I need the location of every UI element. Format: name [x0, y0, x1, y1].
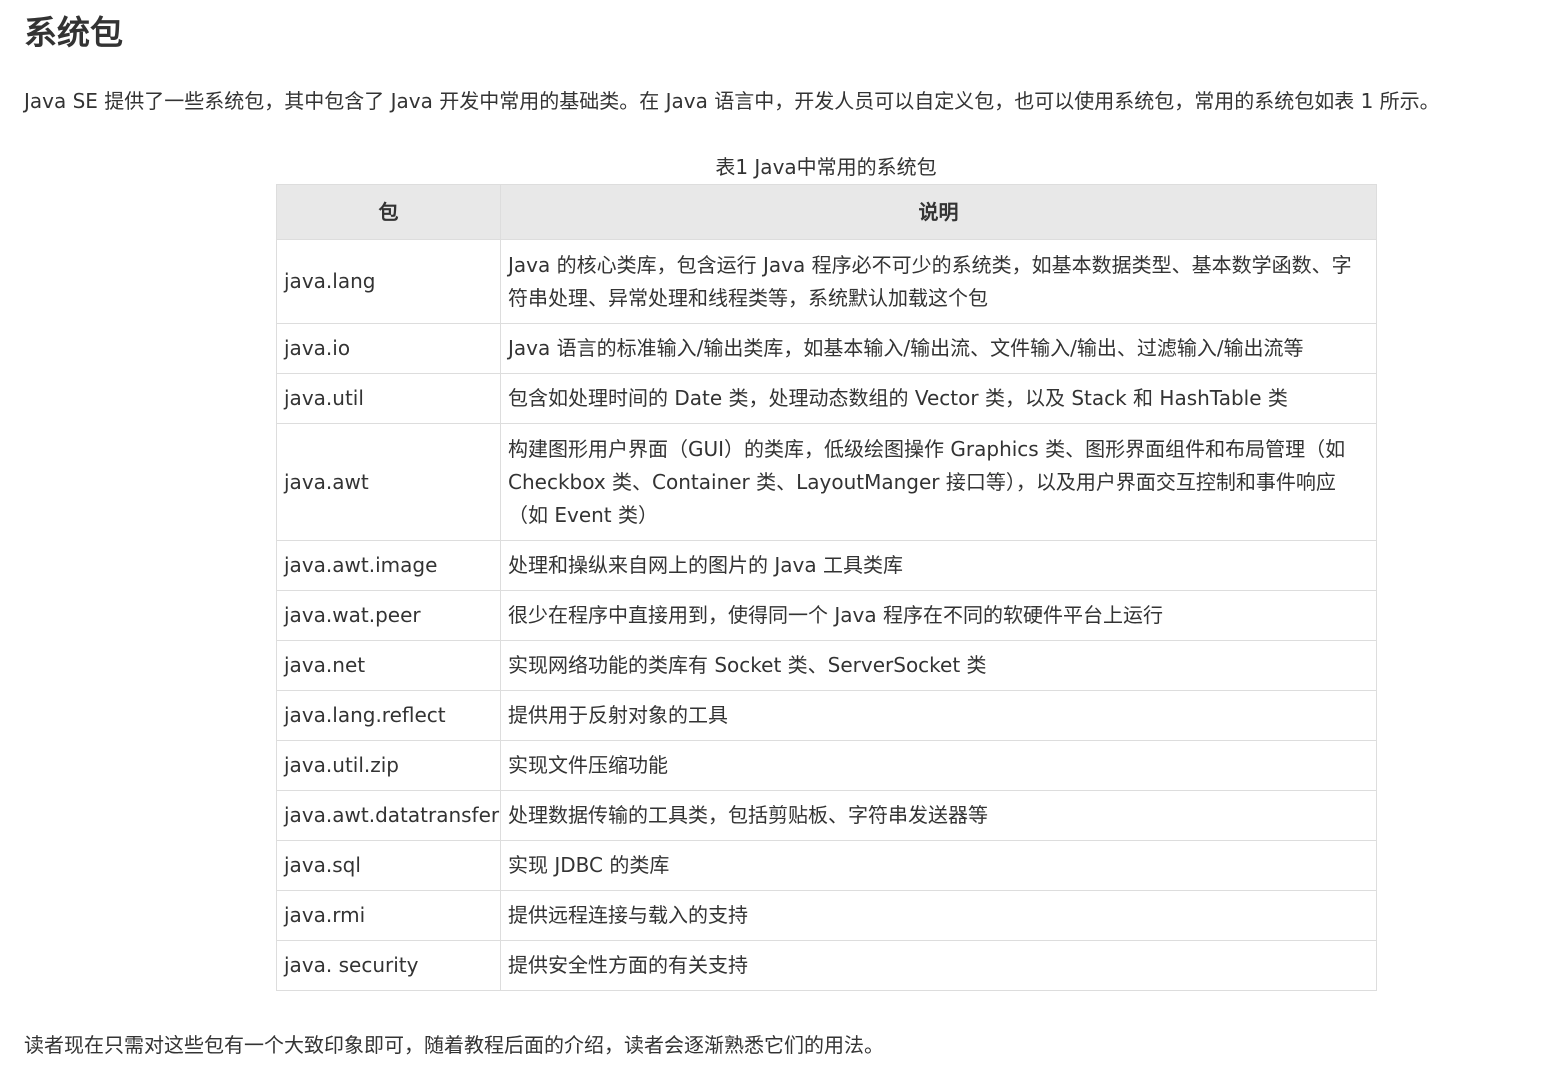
package-cell: java.wat.peer: [276, 590, 501, 641]
table-row: java.util.zip 实现文件压缩功能: [276, 740, 1377, 791]
table-row: java.wat.peer 很少在程序中直接用到，使得同一个 Java 程序在不…: [276, 590, 1377, 641]
description-cell: 实现文件压缩功能: [500, 740, 1377, 791]
description-cell: 包含如处理时间的 Date 类，处理动态数组的 Vector 类，以及 Stac…: [500, 373, 1377, 424]
description-cell: 实现网络功能的类库有 Socket 类、ServerSocket 类: [500, 640, 1377, 691]
table-row: java. security 提供安全性方面的有关支持: [276, 940, 1377, 991]
package-cell: java.awt.datatransfer: [276, 790, 501, 841]
packages-table: 包 说明 java.lang Java 的核心类库，包含运行 Java 程序必不…: [276, 184, 1377, 991]
section-heading: 系统包: [24, 13, 123, 52]
header-description: 说明: [500, 184, 1377, 240]
description-cell: 构建图形用户界面（GUI）的类库，低级绘图操作 Graphics 类、图形界面组…: [500, 423, 1377, 541]
table-row: java.rmi 提供远程连接与载入的支持: [276, 890, 1377, 941]
package-cell: java.util.zip: [276, 740, 501, 791]
table-row: java.awt.datatransfer 处理数据传输的工具类，包括剪贴板、字…: [276, 790, 1377, 841]
intro-paragraph: Java SE 提供了一些系统包，其中包含了 Java 开发中常用的基础类。在 …: [24, 89, 1440, 113]
package-cell: java.io: [276, 323, 501, 374]
description-cell: 实现 JDBC 的类库: [500, 840, 1377, 891]
table-row: java.util 包含如处理时间的 Date 类，处理动态数组的 Vector…: [276, 373, 1377, 424]
table-row: java.net 实现网络功能的类库有 Socket 类、ServerSocke…: [276, 640, 1377, 691]
package-cell: java.awt: [276, 423, 501, 541]
package-cell: java.awt.image: [276, 540, 501, 591]
article: 系统包 Java SE 提供了一些系统包，其中包含了 Java 开发中常用的基础…: [0, 0, 1551, 1079]
table-header-row: 包 说明: [276, 184, 1377, 240]
description-cell: Java 的核心类库，包含运行 Java 程序必不可少的系统类，如基本数据类型、…: [500, 239, 1377, 324]
package-cell: java.sql: [276, 840, 501, 891]
description-cell: 很少在程序中直接用到，使得同一个 Java 程序在不同的软硬件平台上运行: [500, 590, 1377, 641]
package-cell: java.lang.reflect: [276, 690, 501, 741]
package-cell: java.lang: [276, 239, 501, 324]
table-body: java.lang Java 的核心类库，包含运行 Java 程序必不可少的系统…: [276, 239, 1377, 991]
table-row: java.lang.reflect 提供用于反射对象的工具: [276, 690, 1377, 741]
description-cell: 提供用于反射对象的工具: [500, 690, 1377, 741]
table-row: java.io Java 语言的标准输入/输出类库，如基本输入/输出流、文件输入…: [276, 323, 1377, 374]
table-row: java.lang Java 的核心类库，包含运行 Java 程序必不可少的系统…: [276, 239, 1377, 324]
package-cell: java. security: [276, 940, 501, 991]
description-cell: 处理和操纵来自网上的图片的 Java 工具类库: [500, 540, 1377, 591]
description-cell: 提供远程连接与载入的支持: [500, 890, 1377, 941]
package-cell: java.util: [276, 373, 501, 424]
packages-table-wrapper: 包 说明 java.lang Java 的核心类库，包含运行 Java 程序必不…: [276, 184, 1377, 991]
description-cell: 处理数据传输的工具类，包括剪贴板、字符串发送器等: [500, 790, 1377, 841]
description-cell: Java 语言的标准输入/输出类库，如基本输入/输出流、文件输入/输出、过滤输入…: [500, 323, 1377, 374]
closing-paragraph: 读者现在只需对这些包有一个大致印象即可，随着教程后面的介绍，读者会逐渐熟悉它们的…: [24, 1033, 884, 1057]
package-cell: java.net: [276, 640, 501, 691]
header-package: 包: [276, 184, 501, 240]
table-row: java.sql 实现 JDBC 的类库: [276, 840, 1377, 891]
table-row: java.awt 构建图形用户界面（GUI）的类库，低级绘图操作 Graphic…: [276, 423, 1377, 541]
table-caption: 表1 Java中常用的系统包: [715, 155, 937, 179]
description-cell: 提供安全性方面的有关支持: [500, 940, 1377, 991]
table-row: java.awt.image 处理和操纵来自网上的图片的 Java 工具类库: [276, 540, 1377, 591]
package-cell: java.rmi: [276, 890, 501, 941]
